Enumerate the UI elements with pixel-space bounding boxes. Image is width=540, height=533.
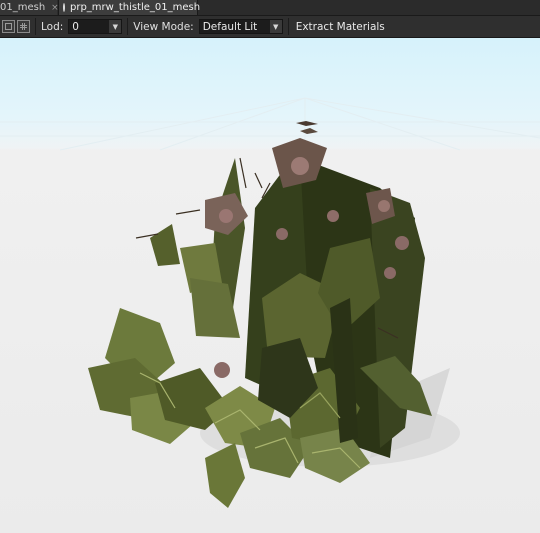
view-mode-dropdown[interactable]: Default Lit ▼ xyxy=(198,19,283,34)
chevron-down-icon: ▼ xyxy=(109,20,122,33)
floor-grid xyxy=(0,97,540,151)
grid-toggle-icon[interactable] xyxy=(17,20,30,33)
tab-label: prp_mrw_thistle_01_mesh xyxy=(70,2,201,13)
extract-materials-button[interactable]: Extract Materials xyxy=(294,21,387,33)
lod-label: Lod: xyxy=(41,20,64,33)
view-mode-label: View Mode: xyxy=(133,20,194,33)
tab-bar: 01_mesh × prp_mrw_thistle_01_mesh xyxy=(0,0,540,16)
chevron-down-icon: ▼ xyxy=(269,20,282,33)
tab-thistle-mesh[interactable]: prp_mrw_thistle_01_mesh xyxy=(58,0,201,15)
toolbar-divider xyxy=(287,18,289,35)
mesh-ring-icon xyxy=(63,3,65,12)
tab-mesh[interactable]: 01_mesh × xyxy=(0,0,59,15)
floating-fragment xyxy=(300,128,318,134)
wireframe-toggle-icon[interactable] xyxy=(2,20,15,33)
toolbar-divider xyxy=(35,18,36,35)
mesh-viewport[interactable] xyxy=(0,38,540,533)
thistle-mesh xyxy=(88,138,432,508)
toolbar-divider xyxy=(127,18,129,35)
tab-label: 01_mesh xyxy=(0,2,46,13)
viewer-toolbar: Lod: 0 ▼ View Mode: Default Lit ▼ Extrac… xyxy=(0,16,540,38)
viewport-scene xyxy=(0,97,540,508)
view-mode-value: Default Lit xyxy=(202,20,258,33)
lod-dropdown[interactable]: 0 ▼ xyxy=(68,19,123,34)
lod-value: 0 xyxy=(72,20,79,33)
